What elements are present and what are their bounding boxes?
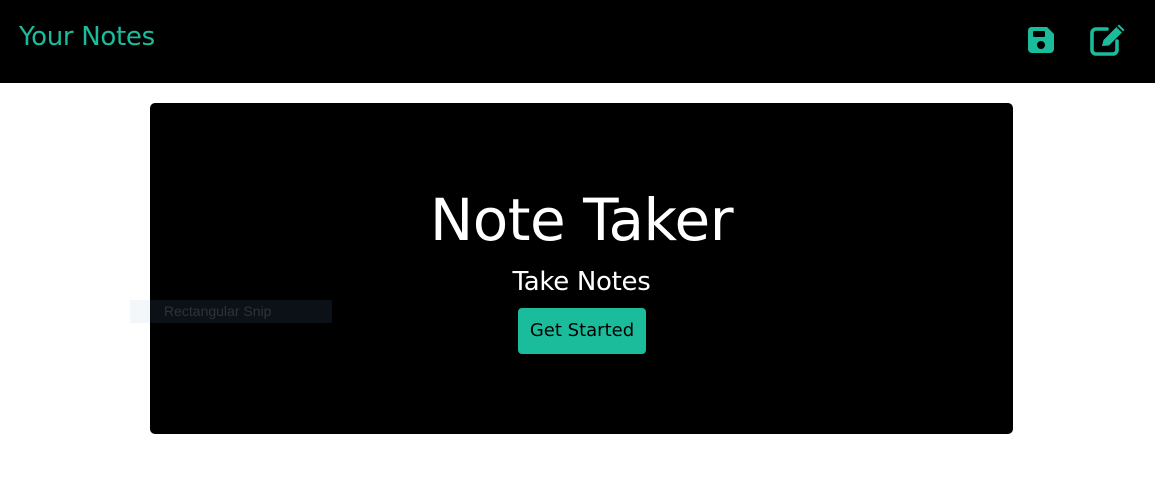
navbar: Your Notes: [0, 0, 1155, 83]
rectangular-snip-tooltip: Rectangular Snip: [130, 300, 332, 323]
get-started-button[interactable]: Get Started: [518, 308, 646, 354]
hero-jumbotron: Note Taker Take Notes Get Started: [150, 103, 1013, 434]
hero-subtitle: Take Notes: [512, 267, 651, 297]
pen-to-square-icon[interactable]: [1089, 23, 1129, 57]
save-icon[interactable]: [1024, 23, 1058, 57]
hero-title: Note Taker: [429, 186, 734, 254]
brand-link[interactable]: Your Notes: [19, 19, 155, 55]
